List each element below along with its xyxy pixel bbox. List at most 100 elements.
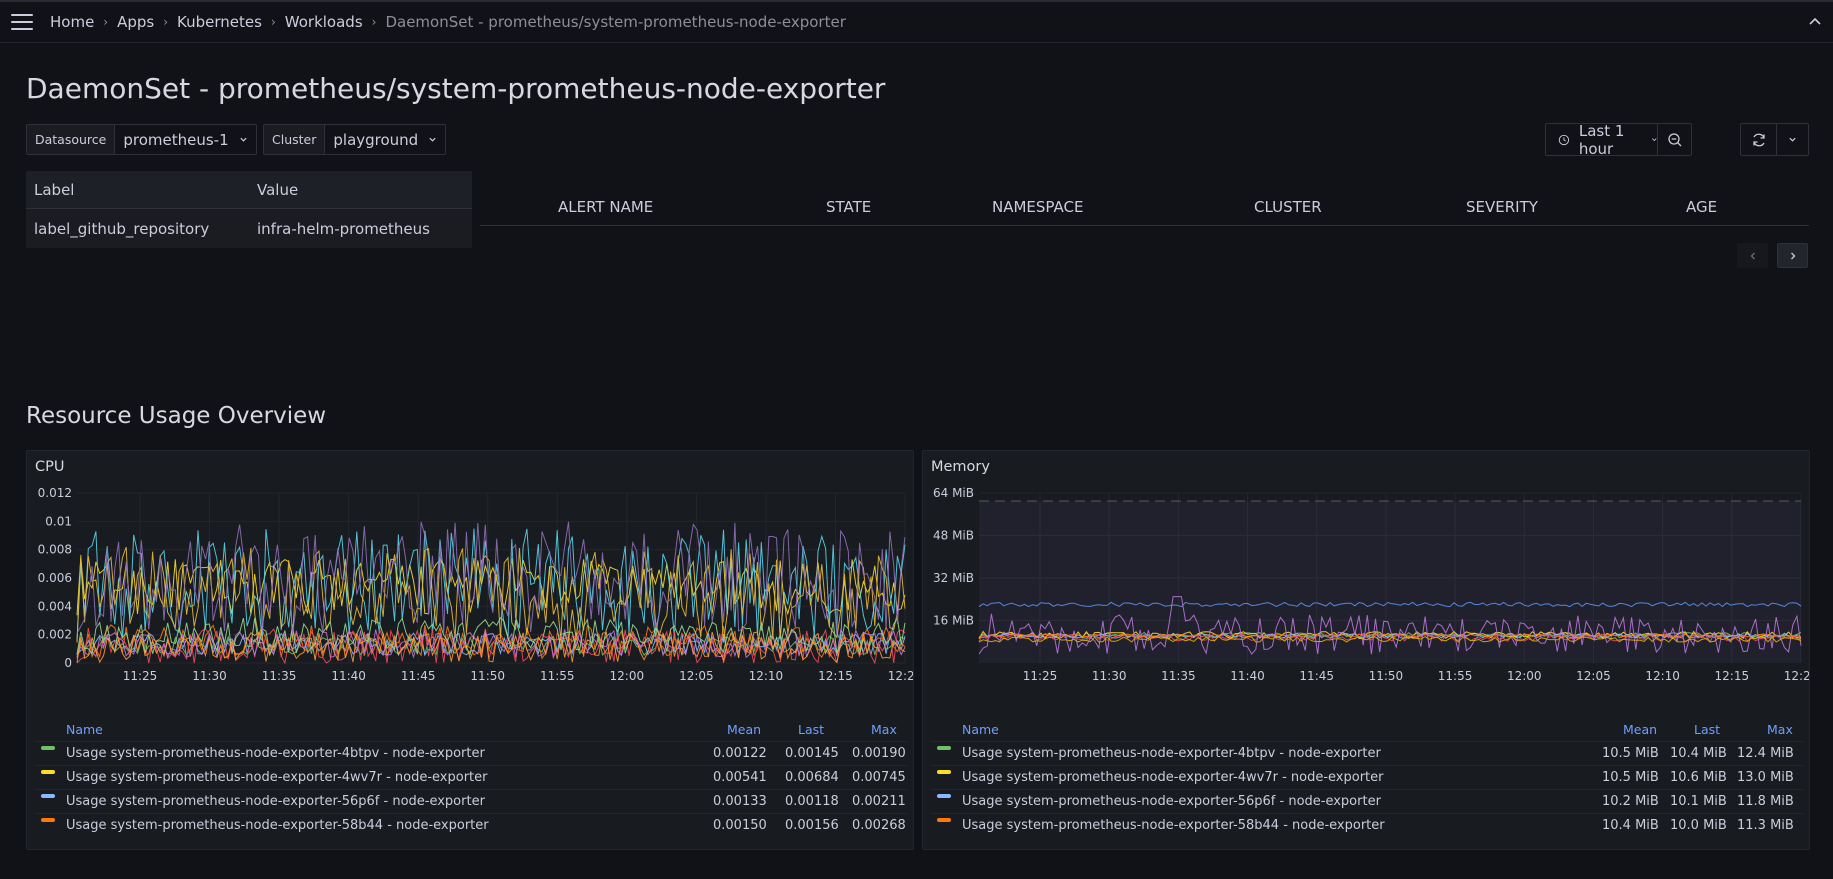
legend-row[interactable]: Usage system-prometheus-node-exporter-58… xyxy=(931,813,1803,837)
y-tick-label: 0.002 xyxy=(38,628,72,642)
column-header-severity[interactable]: SEVERITY xyxy=(1466,198,1538,216)
series-color-swatch xyxy=(41,818,55,822)
y-tick-label: 0.004 xyxy=(38,599,72,613)
x-tick-label: 11:25 xyxy=(1023,669,1058,683)
legend-row[interactable]: Usage system-prometheus-node-exporter-4b… xyxy=(931,741,1803,765)
legend-header-mean[interactable]: Mean xyxy=(727,722,761,737)
x-tick-label: 11:50 xyxy=(470,669,505,683)
refresh-button[interactable] xyxy=(1741,124,1777,155)
panel-title[interactable]: Memory xyxy=(931,459,990,475)
series-last: 10.0 MiB xyxy=(1670,818,1727,833)
y-tick-label: 0.006 xyxy=(38,571,72,585)
y-tick-label: 32 MiB xyxy=(933,571,974,585)
legend-header-last[interactable]: Last xyxy=(1694,722,1720,737)
chevron-right-icon: › xyxy=(103,15,109,29)
x-tick-label: 12:10 xyxy=(1645,669,1680,683)
series-mean: 10.4 MiB xyxy=(1602,818,1659,833)
breadcrumb-kubernetes[interactable]: Kubernetes xyxy=(177,13,262,31)
series-color-swatch xyxy=(41,746,55,750)
legend-header: Name Mean Last Max xyxy=(931,719,1803,741)
datasource-value: prometheus-1 xyxy=(123,130,229,149)
legend-row[interactable]: Usage system-prometheus-node-exporter-4b… xyxy=(35,741,907,765)
series-name: Usage system-prometheus-node-exporter-4w… xyxy=(962,770,1384,785)
chevron-right-icon xyxy=(1790,252,1795,259)
refresh-interval-dropdown[interactable] xyxy=(1777,124,1808,155)
y-tick-label: 64 MiB xyxy=(933,486,974,500)
series-max: 11.3 MiB xyxy=(1737,818,1794,833)
y-tick-label: 0 xyxy=(64,656,72,670)
x-tick-label: 11:30 xyxy=(1092,669,1127,683)
cluster-select[interactable]: playground xyxy=(325,125,446,154)
cpu-chart[interactable]: 0 0.002 0.004 0.006 0.008 0.01 0.012 11:25 11:30… xyxy=(27,477,913,717)
breadcrumb-apps[interactable]: Apps xyxy=(117,13,154,31)
column-header-cluster[interactable]: CLUSTER xyxy=(1254,198,1322,216)
zoom-out-icon xyxy=(1667,132,1682,146)
alerts-table-header: ALERT NAME STATE NAMESPACE CLUSTER SEVER… xyxy=(480,193,1809,226)
legend-header-name[interactable]: Name xyxy=(962,722,999,737)
series-max: 0.00211 xyxy=(852,794,906,809)
legend-row[interactable]: Usage system-prometheus-node-exporter-56… xyxy=(35,789,907,813)
series-mean: 0.00541 xyxy=(713,770,767,785)
cluster-label: Cluster xyxy=(264,125,326,154)
series-name: Usage system-prometheus-node-exporter-56… xyxy=(66,794,485,809)
datasource-select[interactable]: prometheus-1 xyxy=(115,125,256,154)
section-title[interactable]: Resource Usage Overview xyxy=(26,403,326,429)
column-header-namespace[interactable]: NAMESPACE xyxy=(992,198,1083,216)
series-color-swatch xyxy=(41,794,55,798)
legend-row[interactable]: Usage system-prometheus-node-exporter-4w… xyxy=(35,765,907,789)
y-tick-label: 0.008 xyxy=(38,543,72,557)
next-page-button[interactable] xyxy=(1777,243,1808,268)
table-row: label_github_repository infra-helm-prome… xyxy=(26,209,472,248)
y-tick-label: 48 MiB xyxy=(933,529,974,543)
chevron-down-icon xyxy=(1651,138,1657,142)
column-header-label[interactable]: Label xyxy=(26,181,249,199)
breadcrumb-home[interactable]: Home xyxy=(50,13,94,31)
legend-row[interactable]: Usage system-prometheus-node-exporter-58… xyxy=(35,813,907,837)
legend-header-mean[interactable]: Mean xyxy=(1623,722,1657,737)
legend-header-max[interactable]: Max xyxy=(871,722,897,737)
chevron-up-icon[interactable] xyxy=(1807,14,1823,30)
cluster-value: playground xyxy=(333,130,419,149)
legend-row[interactable]: Usage system-prometheus-node-exporter-4w… xyxy=(931,765,1803,789)
x-tick-label: 11:45 xyxy=(401,669,436,683)
datasource-variable: Datasource prometheus-1 xyxy=(26,124,257,155)
x-tick-label: 12:20 xyxy=(888,669,913,683)
series-mean: 0.00150 xyxy=(713,818,767,833)
column-header-state[interactable]: STATE xyxy=(826,198,871,216)
series-mean: 10.5 MiB xyxy=(1602,746,1659,761)
breadcrumb-workloads[interactable]: Workloads xyxy=(285,13,363,31)
chevron-right-icon: › xyxy=(270,15,276,29)
x-tick-label: 12:20 xyxy=(1784,669,1809,683)
cpu-panel[interactable]: CPU 0 0.002 0.004 0.006 0.008 0.01 0.012 11:25 1… xyxy=(26,450,914,850)
menu-icon[interactable] xyxy=(11,14,33,30)
panel-title[interactable]: CPU xyxy=(35,459,64,475)
legend-header-max[interactable]: Max xyxy=(1767,722,1793,737)
zoom-out-button[interactable] xyxy=(1658,124,1691,155)
chevron-right-icon: › xyxy=(371,15,377,29)
legend-row[interactable]: Usage system-prometheus-node-exporter-56… xyxy=(931,789,1803,813)
column-header-value[interactable]: Value xyxy=(249,181,298,199)
legend-header-last[interactable]: Last xyxy=(798,722,824,737)
x-tick-label: 11:40 xyxy=(331,669,366,683)
memory-panel[interactable]: Memory 16 MiB 32 MiB 48 MiB 64 MiB 11:25 11:3… xyxy=(922,450,1810,850)
cluster-variable: Cluster playground xyxy=(263,124,447,155)
top-bar: Home › Apps › Kubernetes › Workloads › D… xyxy=(0,0,1833,43)
page-title: DaemonSet - prometheus/system-prometheus… xyxy=(26,72,886,105)
y-tick-label: 0.012 xyxy=(38,486,72,500)
time-range-button[interactable]: Last 1 hour xyxy=(1546,122,1659,158)
series-last: 10.1 MiB xyxy=(1670,794,1727,809)
series-name: Usage system-prometheus-node-exporter-4w… xyxy=(66,770,488,785)
previous-page-button[interactable] xyxy=(1737,243,1768,268)
series-max: 11.8 MiB xyxy=(1737,794,1794,809)
x-tick-label: 12:00 xyxy=(610,669,645,683)
column-header-age[interactable]: AGE xyxy=(1686,198,1717,216)
legend-header-name[interactable]: Name xyxy=(66,722,103,737)
x-tick-label: 11:25 xyxy=(123,669,158,683)
column-header-alert-name[interactable]: ALERT NAME xyxy=(558,198,653,216)
series-color-swatch xyxy=(937,794,951,798)
chevron-down-icon xyxy=(429,137,436,142)
series-max: 13.0 MiB xyxy=(1737,770,1794,785)
datasource-label: Datasource xyxy=(27,125,116,154)
x-tick-label: 12:15 xyxy=(818,669,853,683)
memory-chart[interactable]: 16 MiB 32 MiB 48 MiB 64 MiB 11:25 11:30 11:35 1… xyxy=(923,477,1809,717)
